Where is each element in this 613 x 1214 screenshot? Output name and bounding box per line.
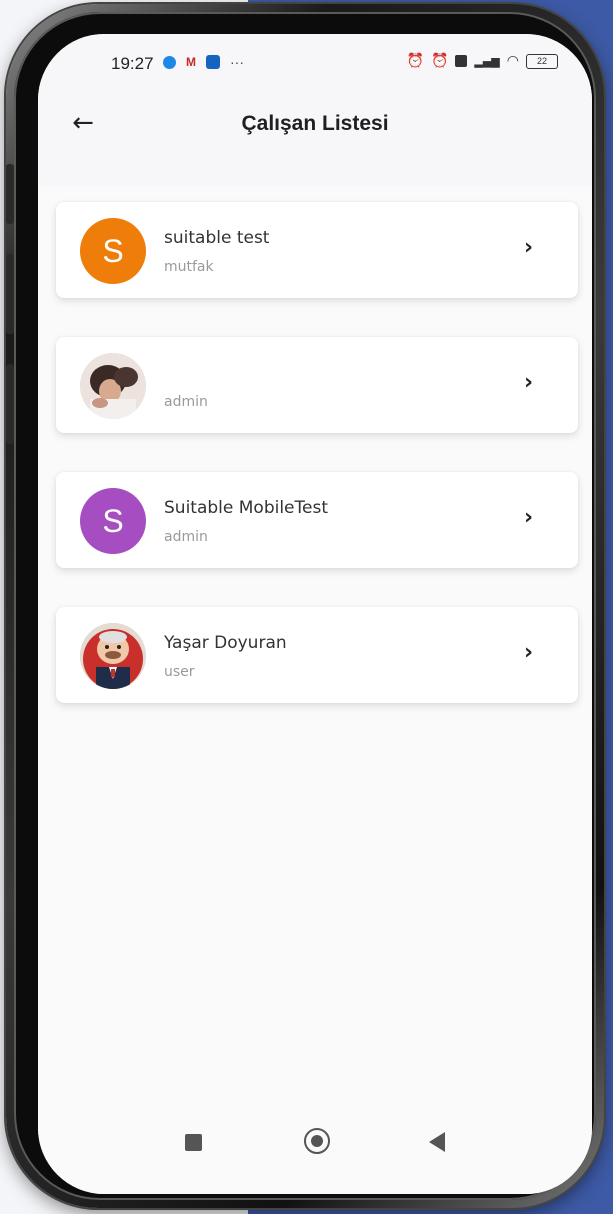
- wifi-icon: ◠: [506, 53, 519, 69]
- alarm-off-icon: ⏰: [406, 53, 424, 69]
- volume-up-button: [6, 164, 14, 224]
- employee-card[interactable]: S suitable test mutfak ›: [56, 202, 578, 298]
- chevron-right-icon: ›: [524, 505, 534, 530]
- alarm-icon: ⏰: [430, 53, 449, 69]
- employee-name: Yaşar Doyuran: [164, 633, 287, 653]
- linkedin-icon: [206, 55, 220, 69]
- employee-list: S suitable test mutfak › admin › S Suita…: [56, 202, 578, 742]
- avatar-illustration: [80, 623, 146, 689]
- volume-down-button: [6, 254, 14, 334]
- sim-icon: [455, 55, 468, 67]
- notification-icons: M ···: [163, 54, 244, 70]
- employee-name: Suitable MobileTest: [164, 498, 328, 518]
- employee-name: suitable test: [164, 228, 270, 248]
- telegram-icon: [163, 55, 176, 69]
- screenshot-stage: 19:27 M ··· ⏰ ⏰ ▂▄▆ ◠ 22 ← Çalışan Liste…: [0, 0, 613, 1214]
- back-button[interactable]: [429, 1132, 445, 1152]
- more-dots-icon: ···: [230, 54, 244, 70]
- avatar: S: [80, 218, 146, 284]
- app-bar: ← Çalışan Listesi: [38, 96, 592, 186]
- system-icons: ⏰ ⏰ ▂▄▆ ◠ 22: [407, 53, 558, 69]
- gmail-icon: M: [186, 55, 196, 69]
- employee-card[interactable]: S Suitable MobileTest admin ›: [56, 472, 578, 568]
- chevron-right-icon: ›: [524, 235, 534, 260]
- avatar: [80, 623, 146, 689]
- power-button: [6, 364, 14, 444]
- recents-button[interactable]: [185, 1134, 202, 1151]
- signal-icon: ▂▄▆: [474, 54, 500, 68]
- employee-role: admin: [164, 394, 208, 410]
- employee-role: admin: [164, 529, 208, 545]
- status-bar: 19:27 M ··· ⏰ ⏰ ▂▄▆ ◠ 22: [38, 34, 592, 96]
- page-title: Çalışan Listesi: [241, 112, 389, 135]
- battery-icon: 22: [526, 53, 558, 69]
- status-time: 19:27: [111, 54, 154, 73]
- employee-card[interactable]: admin ›: [56, 337, 578, 433]
- employee-role: mutfak: [164, 259, 214, 275]
- employee-role: user: [164, 664, 195, 680]
- phone-frame: 19:27 M ··· ⏰ ⏰ ▂▄▆ ◠ 22 ← Çalışan Liste…: [6, 4, 604, 1208]
- employee-card[interactable]: Yaşar Doyuran user ›: [56, 607, 578, 703]
- avatar: [80, 353, 146, 419]
- system-nav-bar: [38, 1104, 592, 1194]
- chevron-right-icon: ›: [524, 640, 534, 665]
- avatar: S: [80, 488, 146, 554]
- home-button[interactable]: [304, 1128, 330, 1154]
- avatar-initial: S: [102, 502, 124, 539]
- chevron-right-icon: ›: [524, 370, 534, 395]
- avatar-photo: [80, 353, 146, 419]
- phone-screen: 19:27 M ··· ⏰ ⏰ ▂▄▆ ◠ 22 ← Çalışan Liste…: [38, 34, 592, 1194]
- avatar-initial: S: [102, 232, 124, 269]
